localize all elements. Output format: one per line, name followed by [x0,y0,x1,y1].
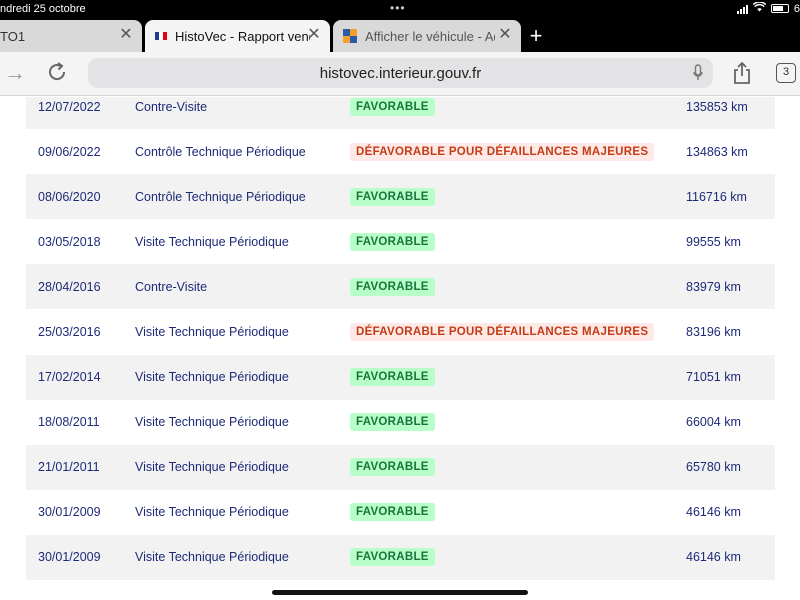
mileage: 135853 km [686,99,748,114]
table-row: 09/06/2022 Contrôle Technique Périodique D… [26,129,775,175]
home-indicator[interactable] [272,590,528,595]
mileage: 116716 km [686,189,747,204]
control-result: DÉFAVORABLE POUR DÉFAILLANCES MAJEURES [350,142,655,161]
control-date: 25/03/2016 [38,325,101,340]
tab-histovec[interactable]: HistoVec - Rapport vendeur ✕ [145,20,330,52]
status-bar: ndredi 25 octobre ••• 6 [0,0,800,18]
control-result: FAVORABLE [350,413,435,432]
tab-count-button[interactable]: 3 [776,63,796,83]
result-badge: FAVORABLE [350,277,435,296]
mileage: 46146 km [686,550,741,565]
table-row: 17/02/2014 Visite Technique Périodique FAV… [26,354,775,400]
table-row: 30/01/2009 Visite Technique Périodique FAV… [26,489,775,535]
result-badge: FAVORABLE [350,548,435,567]
battery-percent: 6 [793,2,800,15]
control-type: Contre-Visite [135,279,208,294]
wifi-icon [752,1,767,15]
control-type: Visite Technique Périodique [135,460,289,475]
result-badge: FAVORABLE [350,503,435,522]
status-time: ndredi 25 octobre [0,3,86,15]
new-tab-icon[interactable]: + [524,24,548,48]
mileage: 99555 km [686,234,741,249]
control-result: FAVORABLE [350,232,435,251]
tab-close-icon[interactable]: ✕ [118,26,134,44]
ants-favicon-icon [343,29,357,43]
system-indicators: 6 [736,1,800,15]
control-result: FAVORABLE [350,368,435,387]
tab-close-icon[interactable]: ✕ [497,26,513,44]
result-badge: FAVORABLE [350,413,435,432]
table-row: 08/06/2020 Contrôle Technique Périodique F… [26,174,775,220]
page-content: 12/07/2022 Contre-Visite FAVORABLE 135853 k… [0,97,800,600]
control-result: FAVORABLE [350,187,435,206]
control-type: Visite Technique Périodique [135,370,289,385]
mileage: 65780 km [686,460,741,475]
table-row: 28/04/2016 Contre-Visite FAVORABLE 83979 km [26,264,775,310]
control-type: Visite Technique Périodique [135,234,289,249]
result-badge: DÉFAVORABLE POUR DÉFAILLANCES MAJEURES [350,142,655,161]
tab-title: Afficher le véhicule - Adm [365,28,495,44]
result-badge: FAVORABLE [350,187,435,206]
battery-icon [770,4,789,13]
control-type: Visite Technique Périodique [135,325,289,340]
control-date: 08/06/2020 [38,189,101,204]
tab-to1[interactable]: TO1 ✕ [0,20,142,52]
result-badge: DÉFAVORABLE POUR DÉFAILLANCES MAJEURES [350,323,655,342]
share-icon[interactable] [732,61,752,90]
control-result: DÉFAVORABLE POUR DÉFAILLANCES MAJEURES [350,323,655,342]
table-row: 12/07/2022 Contre-Visite FAVORABLE 135853 k… [26,97,775,130]
table-row: 30/01/2009 Visite Technique Périodique FAV… [26,534,775,581]
control-date: 17/02/2014 [38,370,101,385]
control-type: Contre-Visite [135,99,208,114]
control-date: 03/05/2018 [38,234,101,249]
control-result: FAVORABLE [350,277,435,296]
mileage: 46146 km [686,505,741,520]
tab-afficher-vehicule[interactable]: Afficher le véhicule - Adm ✕ [333,20,521,52]
technical-control-table: 12/07/2022 Contre-Visite FAVORABLE 135853 k… [26,97,775,581]
table-row: 18/08/2011 Visite Technique Périodique FAV… [26,399,775,445]
table-row: 25/03/2016 Visite Technique Périodique DÉF… [26,309,775,355]
reload-icon[interactable] [46,61,68,88]
control-date: 18/08/2011 [38,415,100,430]
control-date: 09/06/2022 [38,144,101,159]
microphone-icon[interactable] [693,64,703,82]
tab-title: HistoVec - Rapport vendeur [175,28,310,44]
table-row: 21/01/2011 Visite Technique Périodique FAV… [26,444,775,490]
address-bar[interactable]: histovec.interieur.gouv.fr [88,58,713,88]
forward-icon[interactable]: → [4,61,26,85]
control-result: FAVORABLE [350,458,435,477]
result-badge: FAVORABLE [350,368,435,387]
control-result: FAVORABLE [350,503,435,522]
tab-close-icon[interactable]: ✕ [306,26,322,44]
tab-title: TO1 [0,28,26,44]
control-date: 30/01/2009 [38,505,101,520]
french-flag-icon [155,32,167,40]
control-date: 30/01/2009 [38,550,101,565]
table-row: 03/05/2018 Visite Technique Périodique FAV… [26,219,775,265]
mileage: 134863 km [686,144,748,159]
signal-icon [736,4,748,14]
mileage: 83979 km [686,279,741,294]
tab-bar: TO1 ✕ HistoVec - Rapport vendeur ✕ Affic… [0,18,800,52]
result-badge: FAVORABLE [350,97,435,116]
control-result: FAVORABLE [350,548,435,567]
multitasking-dots[interactable]: ••• [390,1,406,15]
control-date: 12/07/2022 [38,99,101,114]
browser-toolbar: → histovec.interieur.gouv.fr 3 [0,52,800,96]
control-result: FAVORABLE [350,97,435,116]
control-type: Visite Technique Périodique [135,415,289,430]
mileage: 66004 km [686,415,741,430]
control-type: Contrôle Technique Périodique [135,189,306,204]
url-text: histovec.interieur.gouv.fr [319,65,482,82]
control-date: 28/04/2016 [38,279,101,294]
mileage: 71051 km [686,370,741,385]
control-type: Visite Technique Périodique [135,550,289,565]
control-date: 21/01/2011 [38,460,100,475]
control-type: Visite Technique Périodique [135,505,289,520]
mileage: 83196 km [686,325,741,340]
control-type: Contrôle Technique Périodique [135,144,306,159]
result-badge: FAVORABLE [350,232,435,251]
result-badge: FAVORABLE [350,458,435,477]
